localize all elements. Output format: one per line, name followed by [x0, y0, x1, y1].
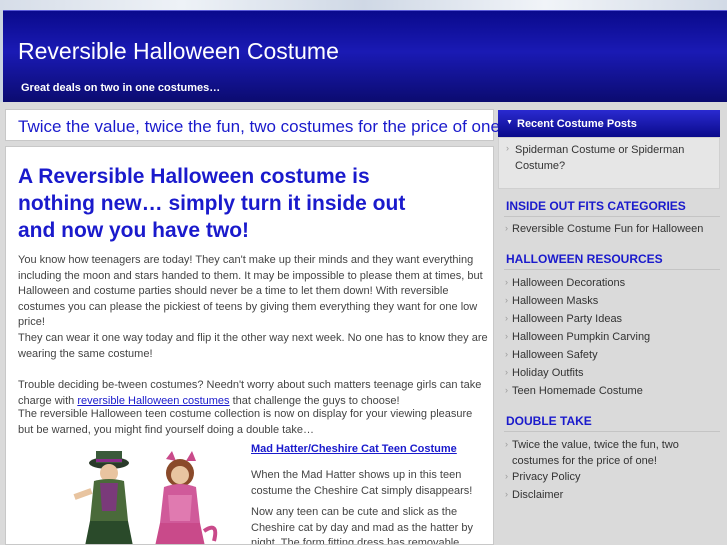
chevron-right-icon: ›	[505, 439, 508, 449]
tagline-text: Twice the value, twice the fun, two cost…	[18, 117, 505, 136]
divider	[504, 216, 720, 217]
site-title[interactable]: Reversible Halloween Costume	[18, 38, 339, 65]
resource-item-pumpkin-carving[interactable]: Halloween Pumpkin Carving	[512, 330, 650, 346]
chevron-right-icon: ›	[505, 367, 508, 377]
resource-item-teen-homemade[interactable]: Teen Homemade Costume	[512, 384, 643, 400]
resources-heading: HALLOWEEN RESOURCES	[506, 252, 663, 266]
recent-posts-heading-label: Recent Costume Posts	[517, 118, 637, 130]
chevron-right-icon: ›	[505, 471, 508, 481]
post-paragraph-3: Trouble deciding be-tween costumes? Need…	[18, 378, 488, 409]
post-paragraph-3-end: that challenge the guys to choose!	[229, 394, 400, 407]
tagline-box: Twice the value, twice the fun, two cost…	[5, 109, 505, 141]
main-content: A Reversible Halloween costume is nothin…	[5, 146, 494, 545]
post-title[interactable]: A Reversible Halloween costume is nothin…	[18, 163, 418, 244]
sidebar: ▼ Recent Costume Posts › Spiderman Costu…	[498, 108, 727, 545]
product-paragraph-1: When the Mad Hatter shows up in this tee…	[251, 469, 473, 497]
recent-posts-heading: ▼ Recent Costume Posts	[498, 110, 720, 137]
divider	[504, 431, 720, 432]
resource-item-masks[interactable]: Halloween Masks	[512, 294, 598, 310]
chevron-right-icon: ›	[505, 277, 508, 287]
privacy-policy-link[interactable]: Privacy Policy	[512, 470, 580, 486]
chevron-right-icon: ›	[505, 313, 508, 323]
reversible-costumes-link[interactable]: reversible Halloween costumes	[77, 395, 229, 407]
chevron-right-icon: ›	[506, 143, 509, 153]
post-paragraph-2: They can wear it one way today and flip …	[18, 332, 488, 360]
triangle-down-icon: ▼	[506, 119, 513, 126]
categories-heading: INSIDE OUT FITS CATEGORIES	[506, 199, 686, 213]
chevron-right-icon: ›	[505, 223, 508, 233]
post-paragraph-1: You know how teenagers are today! They c…	[18, 254, 483, 328]
top-decorative-strip	[0, 0, 727, 10]
chevron-right-icon: ›	[505, 349, 508, 359]
resource-item-safety[interactable]: Halloween Safety	[512, 348, 598, 364]
disclaimer-link[interactable]: Disclaimer	[512, 488, 563, 504]
recent-post-item[interactable]: Spiderman Costume or Spiderman Costume?	[515, 143, 701, 174]
site-header: Reversible Halloween Costume Great deals…	[3, 10, 727, 102]
site-description: Great deals on two in one costumes…	[21, 82, 221, 94]
double-take-item-tagline[interactable]: Twice the value, twice the fun, two cost…	[512, 438, 702, 469]
chevron-right-icon: ›	[505, 385, 508, 395]
resource-item-holiday-outfits[interactable]: Holiday Outfits	[512, 366, 584, 382]
resource-item-decorations[interactable]: Halloween Decorations	[512, 276, 625, 292]
chevron-right-icon: ›	[505, 489, 508, 499]
product-link-mad-hatter[interactable]: Mad Hatter/Cheshire Cat Teen Costume	[251, 443, 457, 455]
chevron-right-icon: ›	[505, 295, 508, 305]
post-paragraph-4: The reversible Halloween teen costume co…	[18, 408, 473, 436]
resource-item-party-ideas[interactable]: Halloween Party Ideas	[512, 312, 622, 328]
category-item[interactable]: Reversible Costume Fun for Halloween	[512, 222, 703, 238]
chevron-right-icon: ›	[505, 331, 508, 341]
divider	[504, 269, 720, 270]
recent-posts-list: › Spiderman Costume or Spiderman Costume…	[498, 137, 720, 189]
costume-product-image[interactable]	[54, 451, 224, 545]
product-paragraph-2: Now any teen can be cute and slick as th…	[251, 506, 473, 545]
double-take-heading: DOUBLE TAKE	[506, 414, 592, 428]
